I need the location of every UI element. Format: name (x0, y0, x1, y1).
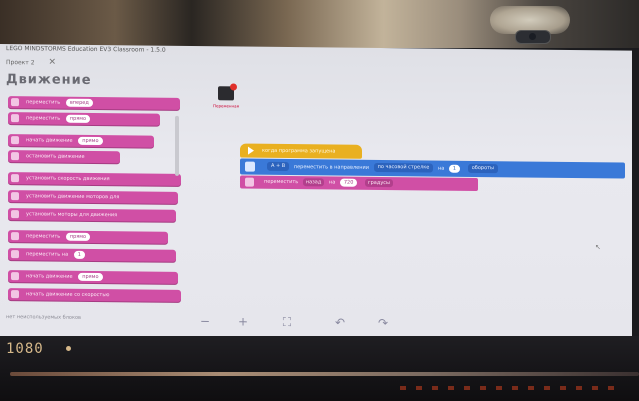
fit-icon[interactable]: ⛶ (280, 315, 294, 329)
redo-icon[interactable]: ↷ (376, 316, 390, 330)
motor-icon (11, 174, 19, 183)
project-tab-label: Проект 2 (6, 59, 35, 67)
new-variable-button[interactable]: Переменная (206, 83, 246, 109)
undo-icon[interactable]: ↶ (333, 315, 347, 330)
move-block[interactable]: переместить назад на 720 градусы (240, 175, 478, 192)
close-icon[interactable]: ✕ (48, 58, 56, 68)
palette-block-set-speed[interactable]: установить скорость движения (8, 172, 181, 186)
block-label-on: на (437, 165, 445, 172)
status-leds (400, 386, 620, 390)
bezel-reflection (10, 372, 639, 376)
palette-block-start-moving[interactable]: начать движение прямо (8, 134, 154, 148)
unit-dropdown[interactable]: обороты (467, 163, 498, 174)
webcam-lens (529, 33, 536, 40)
block-label: начать движение (26, 137, 73, 144)
motor-icon (11, 136, 19, 145)
block-value[interactable]: прямо (78, 136, 103, 145)
block-label: начать движение (26, 273, 73, 280)
palette-block-set-motors-for-movement[interactable]: установить моторы для движения (8, 208, 176, 222)
motor-icon (11, 98, 19, 107)
block-label: переместить на (26, 251, 69, 258)
block-label: установить скорость движения (26, 175, 110, 183)
block-label: переместить (26, 99, 61, 106)
motor-icon (11, 272, 19, 281)
add-badge-icon (230, 83, 237, 91)
block-value[interactable]: вперед (65, 98, 93, 107)
block-label: переместить в направлении (293, 164, 369, 171)
block-value[interactable]: прямо (65, 232, 91, 241)
zoom-out-icon[interactable]: − (198, 314, 212, 328)
motor-icon (245, 177, 254, 187)
palette-block-move[interactable]: переместить вперед (8, 96, 180, 110)
hat-label: когда программа запущена (262, 147, 336, 155)
block-label: остановить движение (26, 153, 85, 160)
block-value[interactable]: прямо (78, 272, 103, 281)
motor-icon (11, 290, 19, 299)
monitor-bezel (0, 336, 639, 401)
block-label: установить движение моторов для (26, 193, 120, 201)
block-value[interactable]: 1 (73, 250, 85, 259)
app-window: LEGO MINDSTORMS Education EV3 Classroom … (0, 44, 632, 343)
category-title: Движение (6, 72, 92, 88)
block-label-on: на (328, 179, 336, 186)
palette-block-stop-moving[interactable]: остановить движение (8, 150, 120, 164)
block-label: переместить (26, 115, 61, 122)
when-program-starts-block[interactable]: когда программа запущена (240, 143, 362, 159)
direction-dropdown[interactable]: по часовой стрелке (373, 162, 434, 173)
motor-icon (11, 232, 19, 241)
palette-block-start-moving-2[interactable]: начать движение прямо (8, 270, 178, 284)
block-label: начать движение со скоростью (26, 291, 110, 299)
project-tab[interactable]: Проект 2 ✕ (6, 56, 56, 69)
ports-dropdown[interactable]: A + B (267, 161, 290, 172)
recycle-bin-label: нет неиспользуемых блоков (6, 314, 81, 321)
motor-icon (11, 114, 19, 123)
palette-block-move-2[interactable]: переместить прямо (8, 230, 168, 244)
palette-block-set-motors[interactable]: установить движение моторов для (8, 190, 178, 204)
new-variable-label: Переменная (212, 103, 240, 109)
mouse-cursor-icon: ↖ (595, 243, 601, 252)
block-label: переместить (264, 178, 299, 186)
motor-icon (11, 192, 19, 201)
zoom-in-icon[interactable]: + (236, 314, 250, 328)
amount-input[interactable]: 1 (448, 164, 461, 173)
variable-icon (218, 83, 237, 101)
block-label: установить моторы для движения (26, 211, 118, 219)
resolution-label: 1080 (6, 341, 44, 357)
motor-icon (11, 152, 19, 161)
palette-scrollbar[interactable] (175, 115, 179, 176)
block-label: переместить (26, 233, 61, 240)
unit-dropdown[interactable]: градусы (365, 178, 393, 187)
amount-input[interactable]: 720 (339, 178, 358, 187)
palette-block-move-straight[interactable]: переместить прямо (8, 112, 160, 126)
palette-block-start-moving-speed[interactable]: начать движение со скоростью (8, 288, 181, 302)
motor-icon (11, 210, 19, 219)
webcam (515, 30, 551, 44)
direction-dropdown[interactable]: назад (302, 177, 325, 186)
palette-block-move-by[interactable]: переместить на 1 (8, 248, 176, 262)
motor-icon (245, 161, 255, 172)
motor-icon (11, 250, 19, 259)
flag-icon (248, 146, 254, 155)
status-dot (66, 346, 71, 351)
block-value[interactable]: прямо (65, 114, 91, 123)
